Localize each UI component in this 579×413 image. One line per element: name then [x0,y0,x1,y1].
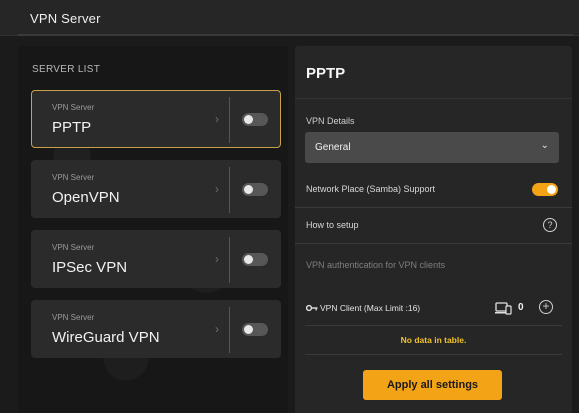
ipsec-enable-toggle[interactable] [242,253,268,266]
server-card-subtitle: VPN Server [52,173,95,182]
plus-circle-icon[interactable]: + [539,300,553,314]
how-to-setup-label: How to setup [306,220,359,230]
server-card-name: PPTP [52,119,92,136]
server-card-subtitle: VPN Server [52,103,95,112]
auth-row: VPN authentication for VPN clients [295,244,572,284]
server-list-panel: SERVER LIST VPN Server PPTP › VPN Server… [18,46,288,413]
vpn-client-count: 0 [518,302,524,313]
toggle-knob [244,325,253,334]
toggle-knob [244,185,253,194]
openvpn-enable-toggle[interactable] [242,183,268,196]
how-to-setup-row: How to setup ? [295,208,572,244]
client-table-divider [305,354,562,355]
vpn-details-value: General [315,142,351,153]
top-bar: VPN Server [0,0,579,36]
toggle-knob [244,115,253,124]
client-table-divider [305,325,562,326]
key-icon [306,304,318,312]
card-divider [229,167,230,213]
server-card-openvpn[interactable]: VPN Server OpenVPN › [31,160,281,218]
server-list-title: SERVER LIST [32,64,101,75]
toggle-knob [547,185,556,194]
server-card-subtitle: VPN Server [52,313,95,322]
detail-title: PPTP [306,65,346,82]
page-title: VPN Server [30,11,101,26]
server-card-wireguard[interactable]: VPN Server WireGuard VPN › [31,300,281,358]
chevron-right-icon: › [215,252,219,266]
wireguard-enable-toggle[interactable] [242,323,268,336]
device-icon [495,302,512,315]
chevron-right-icon: › [215,112,219,126]
vpn-client-row: VPN Client (Max Limit :16) 0 + [295,296,572,322]
no-data-message: No data in table. [400,335,467,345]
server-card-subtitle: VPN Server [52,243,95,252]
pptp-enable-toggle[interactable] [242,113,268,126]
server-card-ipsec[interactable]: VPN Server IPSec VPN › [31,230,281,288]
vpn-client-label: VPN Client (Max Limit :16) [320,303,421,313]
card-divider [229,97,230,143]
server-card-pptp[interactable]: VPN Server PPTP › [31,90,281,148]
question-icon[interactable]: ? [543,218,557,232]
title-divider [18,34,573,36]
network-place-label: Network Place (Samba) Support [306,184,436,194]
server-card-name: OpenVPN [52,189,120,206]
auth-label: VPN authentication for VPN clients [306,260,446,270]
server-card-name: WireGuard VPN [52,329,160,346]
apply-all-settings-button[interactable]: Apply all settings [363,370,502,400]
detail-divider [295,98,572,99]
toggle-knob [244,255,253,264]
server-card-name: IPSec VPN [52,259,128,276]
card-divider [229,307,230,353]
vpn-details-label: VPN Details [306,116,355,126]
network-place-row: Network Place (Samba) Support [295,172,572,208]
chevron-down-icon: ⌄ [540,140,549,151]
chevron-right-icon: › [215,322,219,336]
card-divider [229,237,230,283]
vpn-details-dropdown[interactable]: General ⌄ [305,132,559,163]
chevron-right-icon: › [215,182,219,196]
detail-panel: PPTP VPN Details General ⌄ Network Place… [295,46,572,413]
network-place-toggle[interactable] [532,183,558,196]
